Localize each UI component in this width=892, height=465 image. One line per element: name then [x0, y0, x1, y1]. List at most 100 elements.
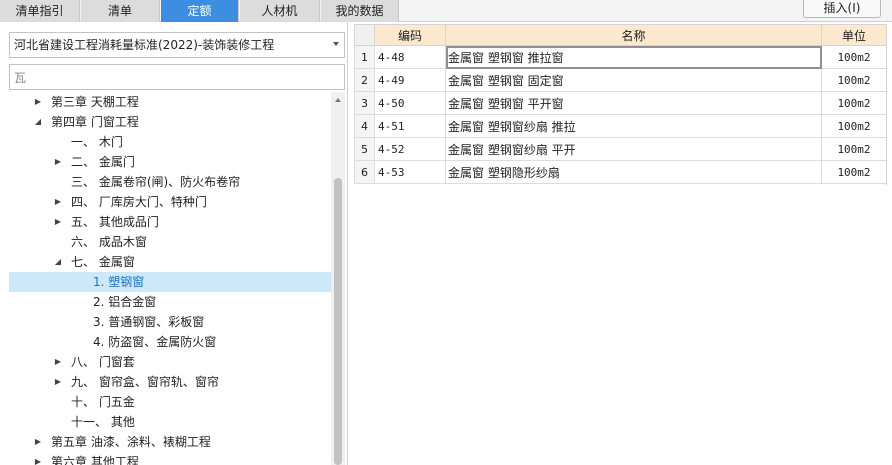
tree-item-label: 二、 金属门	[71, 155, 135, 169]
unit-cell[interactable]: 100m2	[821, 45, 887, 69]
tree-item[interactable]: 一、 木门	[9, 132, 331, 152]
tree-item[interactable]: 十、 门五金	[9, 392, 331, 412]
tree-item[interactable]: 六、 成品木窗	[9, 232, 331, 252]
tree-scrollbar[interactable]	[331, 92, 345, 465]
collapsed-arrow-icon[interactable]: ▶	[33, 452, 43, 465]
tree-item-label: 九、 窗帘盒、窗帘轨、窗帘	[71, 375, 219, 389]
row-number-cell[interactable]: 6	[354, 160, 375, 184]
tree-item-label: 第六章 其他工程	[51, 455, 139, 465]
unit-cell[interactable]: 100m2	[821, 68, 887, 92]
tree-item-label: 4. 防盗窗、金属防火窗	[93, 335, 217, 349]
tree-item[interactable]: ▶ 五、 其他成品门	[9, 212, 331, 232]
name-cell[interactable]: 金属窗 塑钢窗纱扇 推拉	[445, 114, 822, 138]
expanded-arrow-icon[interactable]: ◢	[33, 112, 43, 132]
tree-item[interactable]: 3. 普通钢窗、彩板窗	[9, 312, 331, 332]
tree-item-label: 十、 门五金	[71, 395, 135, 409]
tree-item[interactable]: ▶ 第六章 其他工程	[9, 452, 331, 465]
tree-item[interactable]: ▶ 第五章 油漆、涂料、裱糊工程	[9, 432, 331, 452]
collapsed-arrow-icon[interactable]: ▶	[53, 192, 63, 212]
collapsed-arrow-icon[interactable]: ▶	[53, 352, 63, 372]
name-cell[interactable]: 金属窗 塑钢窗 固定窗	[445, 68, 822, 92]
name-cell[interactable]: 金属窗 塑钢窗 推拉窗	[445, 45, 822, 69]
tree-item[interactable]: ◢ 七、 金属窗	[9, 252, 331, 272]
row-number-cell[interactable]: 1	[354, 45, 375, 69]
search-input[interactable]	[9, 64, 345, 90]
name-column-header[interactable]: 名称	[445, 24, 822, 46]
unit-cell[interactable]: 100m2	[821, 91, 887, 115]
tree-item[interactable]: ▶ 二、 金属门	[9, 152, 331, 172]
tree-item-label: 七、 金属窗	[71, 255, 135, 269]
table-row[interactable]: 4 4-51 金属窗 塑钢窗纱扇 推拉 100m2	[354, 114, 887, 138]
scroll-up-icon[interactable]	[335, 98, 341, 102]
tab-list-guide[interactable]: 清单指引	[0, 0, 80, 22]
tree-item-label: 第五章 油漆、涂料、裱糊工程	[51, 435, 211, 449]
insert-button[interactable]: 插入(I)	[803, 0, 881, 18]
row-number-cell[interactable]: 4	[354, 114, 375, 138]
name-cell[interactable]: 金属窗 塑钢窗 平开窗	[445, 91, 822, 115]
code-cell[interactable]: 4-50	[374, 91, 446, 115]
table-row[interactable]: 2 4-49 金属窗 塑钢窗 固定窗 100m2	[354, 68, 887, 92]
tab-bar: 清单指引 清单 定额 人材机 我的数据 插入(I)	[0, 0, 892, 22]
tree-item[interactable]: 2. 铝合金窗	[9, 292, 331, 312]
tree-item-label: 四、 厂库房大门、特种门	[71, 195, 207, 209]
table-row[interactable]: 3 4-50 金属窗 塑钢窗 平开窗 100m2	[354, 91, 887, 115]
code-cell[interactable]: 4-53	[374, 160, 446, 184]
code-cell[interactable]: 4-49	[374, 68, 446, 92]
library-select-value: 河北省建设工程消耗量标准(2022)-装饰装修工程	[14, 38, 275, 52]
library-select[interactable]: 河北省建设工程消耗量标准(2022)-装饰装修工程	[9, 32, 345, 58]
code-cell[interactable]: 4-48	[374, 45, 446, 69]
row-number-cell[interactable]: 2	[354, 68, 375, 92]
table-row[interactable]: 6 4-53 金属窗 塑钢隐形纱扇 100m2	[354, 160, 887, 184]
tab-list[interactable]: 清单	[81, 0, 160, 22]
chapter-tree: ▶ 第三章 天棚工程 ◢ 第四章 门窗工程 一、 木门 ▶ 二、 金属门 三、 金属卷帘(闸)…	[9, 92, 331, 465]
scrollbar-thumb[interactable]	[334, 178, 342, 465]
tab-quota[interactable]: 定额	[161, 0, 239, 22]
tree-item[interactable]: ▶ 九、 窗帘盒、窗帘轨、窗帘	[9, 372, 331, 392]
column-divider	[886, 24, 887, 185]
collapsed-arrow-icon[interactable]: ▶	[53, 372, 63, 392]
collapsed-arrow-icon[interactable]: ▶	[53, 152, 63, 172]
row-number-cell[interactable]: 5	[354, 137, 375, 161]
tree-item[interactable]: ◢ 第四章 门窗工程	[9, 112, 331, 132]
tree-item-label: 3. 普通钢窗、彩板窗	[93, 315, 205, 329]
tree-item[interactable]: ▶ 八、 门窗套	[9, 352, 331, 372]
tree-item-label: 十一、 其他	[71, 415, 135, 429]
tree-item-label: 五、 其他成品门	[71, 215, 159, 229]
quota-table: 编码 名称 单位 1 4-48 金属窗 塑钢窗 推拉窗 100m2 2 4-49 金属窗 塑…	[354, 24, 887, 184]
unit-cell[interactable]: 100m2	[821, 114, 887, 138]
code-cell[interactable]: 4-52	[374, 137, 446, 161]
left-panel: 河北省建设工程消耗量标准(2022)-装饰装修工程 ▶ 第三章 天棚工程 ◢ 第四章 …	[0, 22, 348, 465]
table-row[interactable]: 5 4-52 金属窗 塑钢窗纱扇 平开 100m2	[354, 137, 887, 161]
unit-cell[interactable]: 100m2	[821, 160, 887, 184]
code-column-header[interactable]: 编码	[374, 24, 446, 46]
unit-column-header[interactable]: 单位	[821, 24, 887, 46]
tree-item-label: 第三章 天棚工程	[51, 95, 139, 109]
tree-item-label: 六、 成品木窗	[71, 235, 147, 249]
row-number-cell[interactable]: 3	[354, 91, 375, 115]
collapsed-arrow-icon[interactable]: ▶	[33, 432, 43, 452]
tree-item[interactable]: 十一、 其他	[9, 412, 331, 432]
collapsed-arrow-icon[interactable]: ▶	[33, 92, 43, 112]
tree-item-label: 第四章 门窗工程	[51, 115, 139, 129]
expanded-arrow-icon[interactable]: ◢	[53, 252, 63, 272]
table-header-row: 编码 名称 单位	[354, 24, 887, 46]
tab-labor-materials-machines[interactable]: 人材机	[240, 0, 320, 22]
tree-item[interactable]: ▶ 第三章 天棚工程	[9, 92, 331, 112]
quota-grid: 编码 名称 单位 1 4-48 金属窗 塑钢窗 推拉窗 100m2 2 4-49 金属窗 塑…	[354, 24, 892, 465]
table-row[interactable]: 1 4-48 金属窗 塑钢窗 推拉窗 100m2	[354, 45, 887, 69]
row-number-header	[354, 24, 375, 46]
collapsed-arrow-icon[interactable]: ▶	[53, 212, 63, 232]
name-cell[interactable]: 金属窗 塑钢窗纱扇 平开	[445, 137, 822, 161]
tree-item[interactable]: 三、 金属卷帘(闸)、防火布卷帘	[9, 172, 331, 192]
chevron-down-icon[interactable]	[333, 42, 339, 46]
name-cell[interactable]: 金属窗 塑钢隐形纱扇	[445, 160, 822, 184]
unit-cell[interactable]: 100m2	[821, 137, 887, 161]
tree-item-label: 2. 铝合金窗	[93, 295, 157, 309]
tree-item[interactable]: ▶ 四、 厂库房大门、特种门	[9, 192, 331, 212]
tree-item[interactable]: 4. 防盗窗、金属防火窗	[9, 332, 331, 352]
code-cell[interactable]: 4-51	[374, 114, 446, 138]
tab-my-data[interactable]: 我的数据	[321, 0, 399, 22]
tree-item[interactable]: 1. 塑钢窗	[9, 272, 331, 292]
tree-item-label: 三、 金属卷帘(闸)、防火布卷帘	[71, 175, 241, 189]
tree-item-label: 1. 塑钢窗	[93, 275, 145, 289]
